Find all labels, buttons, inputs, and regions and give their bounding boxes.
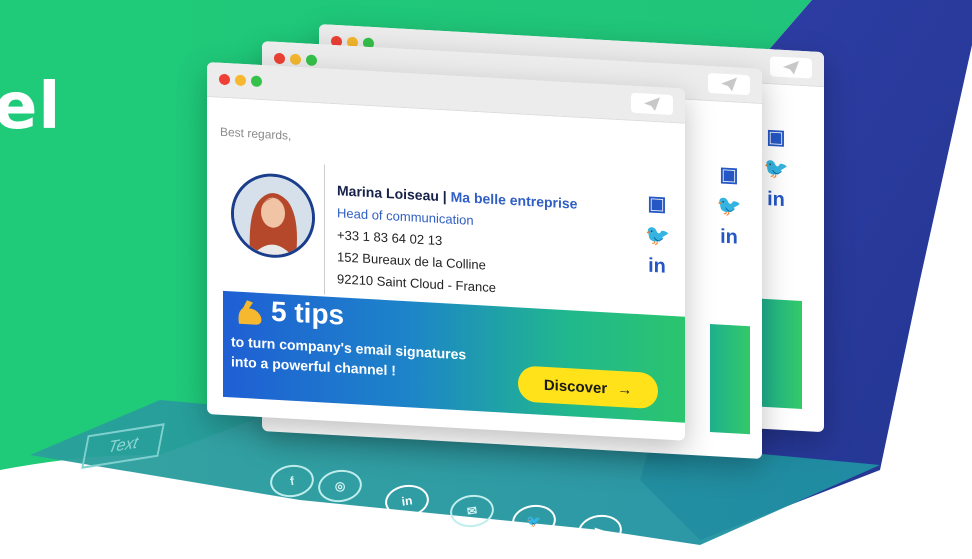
discover-label: Discover	[543, 376, 608, 397]
send-icon	[708, 72, 750, 96]
send-icon	[770, 56, 812, 79]
twitter-icon: 🐦	[763, 157, 789, 182]
signature-separator: |	[438, 187, 451, 205]
contact-card-icon: ▣	[719, 163, 739, 187]
signature-name: Marina Loiseau	[337, 182, 439, 204]
banner-title: 5 tips	[271, 295, 345, 331]
contact-card-icon[interactable]: ▣	[645, 190, 669, 216]
email-window-main: Best regards, Marina Loiseau | Ma belle …	[207, 62, 685, 441]
back1-banner	[710, 324, 750, 435]
greeting-text: Best regards,	[220, 124, 292, 143]
flexed-arm-icon	[238, 300, 262, 325]
back1-social-icons: ▣ 🐦 in	[712, 161, 746, 259]
banner-subtitle: to turn company's email signatures into …	[231, 331, 511, 387]
headline-text: el	[0, 70, 62, 144]
discover-button[interactable]: Discover →	[518, 365, 658, 410]
signature-company[interactable]: Ma belle entreprise	[451, 189, 578, 212]
minimize-dot[interactable]	[235, 74, 246, 87]
contact-card-icon: ▣	[766, 126, 786, 150]
linkedin-icon: in	[720, 225, 738, 249]
close-dot	[274, 52, 285, 65]
maximize-dot[interactable]	[251, 75, 262, 88]
linkedin-icon[interactable]: in	[645, 254, 669, 279]
arrow-right-icon: →	[617, 380, 633, 399]
twitter-icon[interactable]: 🐦	[645, 222, 670, 247]
maximize-dot	[306, 54, 317, 67]
minimize-dot	[290, 53, 301, 66]
social-icons: ▣ 🐦 in	[645, 190, 670, 287]
avatar	[231, 171, 315, 261]
signature-divider	[324, 164, 325, 295]
close-dot[interactable]	[219, 73, 230, 86]
promo-banner[interactable]: 5 tips to turn company's email signature…	[223, 290, 685, 423]
back2-banner	[762, 298, 802, 410]
send-icon[interactable]	[631, 92, 673, 116]
twitter-icon: 🐦	[716, 195, 742, 219]
linkedin-icon: in	[767, 188, 785, 212]
signature-block: Marina Loiseau | Ma belle entreprise Hea…	[337, 179, 577, 303]
back2-social-icons: ▣ 🐦 in	[759, 124, 793, 222]
